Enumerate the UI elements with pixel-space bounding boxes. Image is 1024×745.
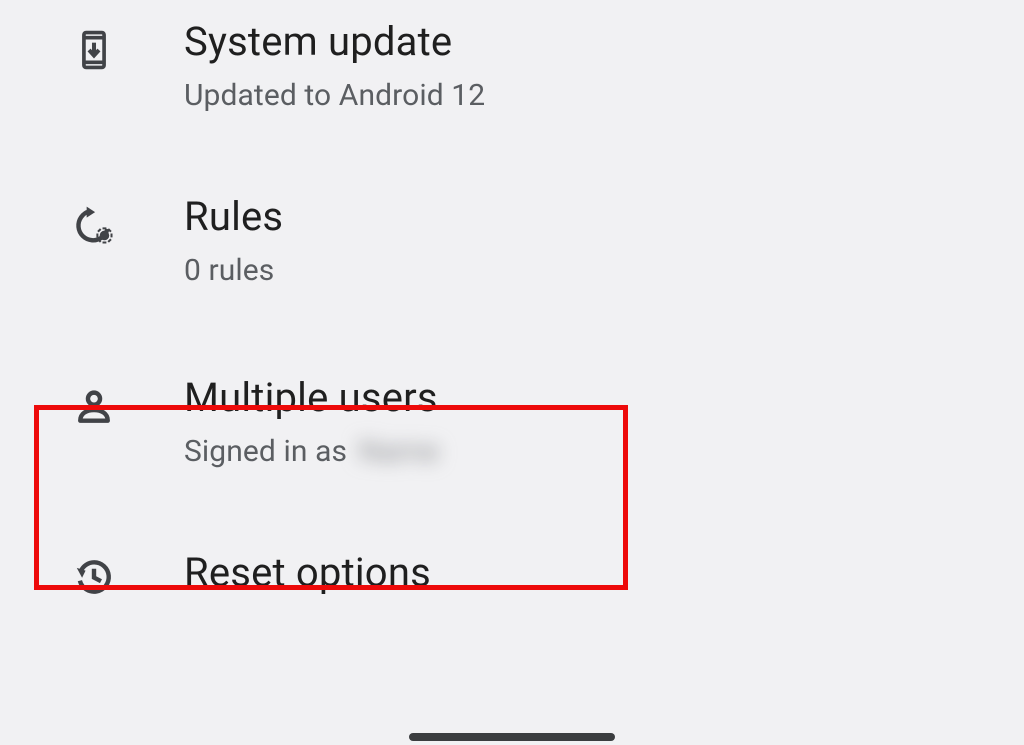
rules-icon <box>68 199 120 251</box>
settings-item-reset-options[interactable]: Reset options <box>0 519 1024 603</box>
person-icon <box>68 380 120 432</box>
settings-item-title: System update <box>184 18 485 66</box>
settings-item-system-update[interactable]: System update Updated to Android 12 <box>0 8 1024 163</box>
gesture-nav-handle[interactable] <box>409 733 615 741</box>
system-update-icon <box>68 24 120 76</box>
settings-item-subtitle: Signed in as Name <box>184 432 443 471</box>
history-icon <box>68 551 120 603</box>
settings-item-subtitle: 0 rules <box>184 251 283 290</box>
signed-in-prefix: Signed in as <box>184 434 355 469</box>
settings-item-text: Multiple users Signed in as Name <box>184 374 443 471</box>
settings-item-subtitle: Updated to Android 12 <box>184 76 485 115</box>
settings-item-multiple-users[interactable]: Multiple users Signed in as Name <box>0 338 1024 519</box>
signed-in-username: Name <box>355 432 443 471</box>
settings-item-rules[interactable]: Rules 0 rules <box>0 163 1024 338</box>
settings-item-title: Reset options <box>184 549 431 597</box>
system-settings-list: System update Updated to Android 12 Rule… <box>0 0 1024 603</box>
settings-item-title: Multiple users <box>184 374 443 422</box>
settings-item-title: Rules <box>184 193 283 241</box>
settings-item-text: Reset options <box>184 549 431 597</box>
settings-item-text: System update Updated to Android 12 <box>184 18 485 115</box>
settings-item-text: Rules 0 rules <box>184 193 283 290</box>
